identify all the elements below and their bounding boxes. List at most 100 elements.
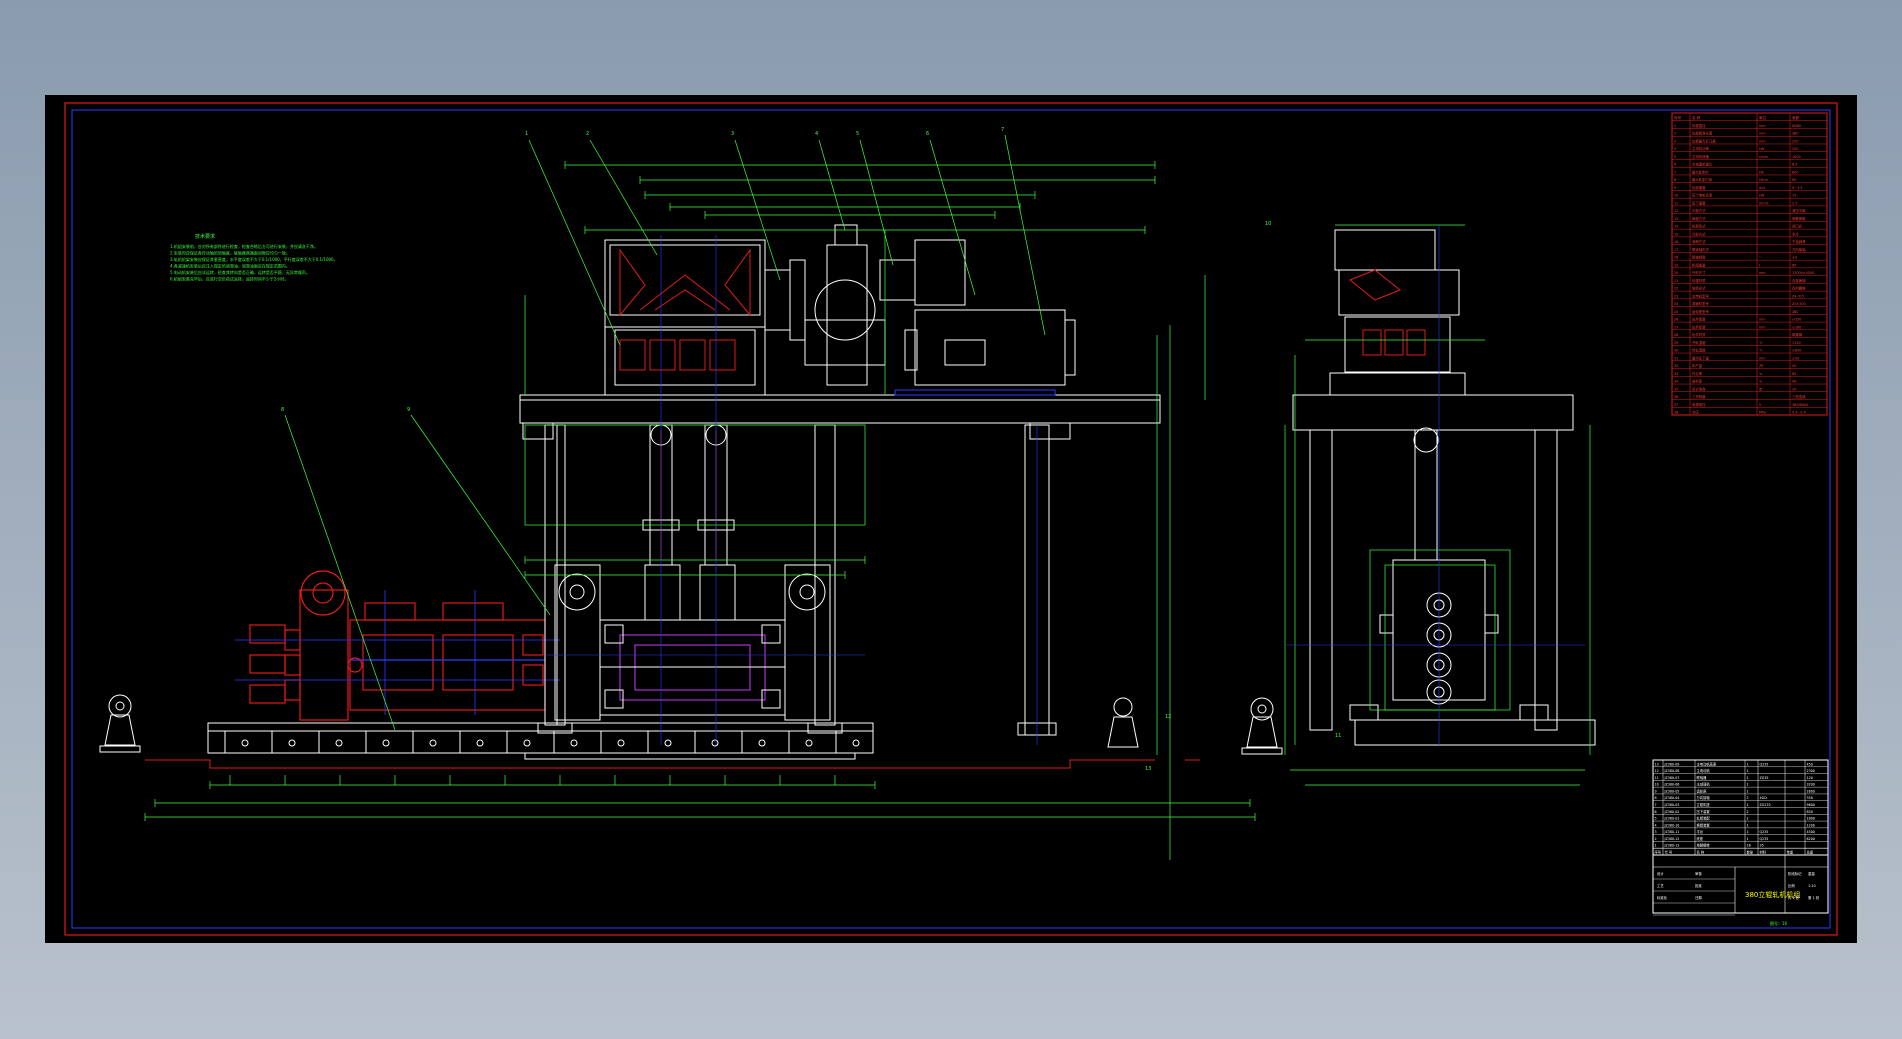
parameters-table-cell: 万向接轴	[1792, 247, 1806, 252]
parameters-table-cell: ZSY-500	[1792, 302, 1806, 306]
parameters-table-cell: 年产量	[1692, 363, 1703, 368]
parameters-table-header-cell: 单位	[1759, 115, 1767, 120]
parameters-table-cell: 工作制度	[1692, 394, 1706, 399]
bom-cell: 1	[1747, 762, 1749, 766]
title-block-cell: 批准	[1695, 883, 1702, 888]
parameters-table-cell: 2	[1674, 132, 1676, 136]
part-callout-number: 3	[731, 131, 734, 137]
parameters-table-cell: 30	[1674, 349, 1678, 353]
parameters-table-cell: 19	[1674, 263, 1678, 267]
bom-cell: 450	[1807, 762, 1813, 766]
parameters-table-cell: 9	[1674, 186, 1676, 190]
bom-cell: 主减速机	[1697, 782, 1711, 787]
tech-note-line: 1.机组安装前，应对所有部件进行检查，检查合格后方可进行安装，并应清洗干净。	[170, 243, 318, 249]
parameters-table-cell: mm	[1759, 356, 1766, 360]
parameters-table-cell: 85	[1792, 263, 1796, 267]
bom-cell: 2	[1655, 837, 1657, 841]
parameters-table-cell: 齿轮座型号	[1692, 309, 1710, 314]
bom-cell: 1	[1747, 783, 1749, 787]
bom-cell: 立辊机座	[1697, 802, 1711, 807]
parameters-table-cell: 主电机型号	[1692, 293, 1710, 298]
bom-cell: ZG270	[1760, 803, 1771, 807]
bom-cell: JZ380-01	[1664, 817, 1680, 821]
parameters-table-header-cell: 名 称	[1692, 115, 1701, 120]
tech-note-line: 2.安装时应保证各传动轴的同轴度，联轴器两端面间隙应均匀一致。	[170, 250, 290, 256]
bom-cell: 联轴器	[1697, 775, 1708, 780]
parameters-table-cell: 成材率	[1692, 379, 1703, 384]
title-block-cell: 1:10	[1808, 884, 1816, 888]
parameters-table-cell: 800	[1792, 170, 1798, 174]
model-space-background	[45, 95, 1857, 943]
parameters-table-cell: 机组重量	[1692, 262, 1706, 267]
parameters-table-cell: 轧辊材质	[1692, 278, 1706, 283]
bom-cell: 1	[1747, 789, 1749, 793]
parameters-table-cell: 29	[1674, 341, 1678, 345]
bom-cell: JZ380-05	[1664, 789, 1680, 793]
parameters-table-cell: 1000	[1792, 155, 1801, 159]
parameters-table-cell: 25	[1674, 310, 1678, 314]
bom-cell: 3	[1655, 830, 1657, 834]
parameters-table-cell: 250	[1792, 139, 1798, 143]
bom-cell: 35	[1760, 844, 1764, 848]
parameters-table-cell: kW	[1759, 194, 1765, 198]
parameters-table-cell: mm	[1759, 124, 1766, 128]
bom-cell: 1800	[1807, 817, 1815, 821]
parameters-table-cell: Z4-315	[1792, 294, 1804, 298]
bom-cell: 350	[1807, 796, 1813, 800]
bom-cell: 12	[1655, 769, 1659, 773]
parameters-table-cell: MPa	[1759, 411, 1766, 415]
bom-header-cell: 总重	[1807, 850, 1814, 855]
parameters-table-cell: mm	[1759, 271, 1766, 275]
parameters-table-cell: 38	[1674, 411, 1678, 415]
parameters-table-cell: 闭口式	[1792, 224, 1803, 229]
parameters-table-cell: 20	[1792, 387, 1796, 391]
bom-cell: 6	[1655, 810, 1657, 814]
parameters-table-cell: ≤30	[1792, 356, 1799, 360]
bom-cell: 压下装置	[1697, 809, 1711, 814]
bom-header-cell: 数量	[1747, 850, 1754, 855]
bom-cell: 1	[1747, 837, 1749, 841]
parameters-table-cell: 32	[1674, 364, 1678, 368]
bom-cell: 2	[1747, 796, 1749, 800]
cad-drawing-canvas[interactable]: 技术要求 1.机组安装前，应对所有部件进行检查，检查合格后方可进行安装，并应清洗…	[45, 95, 1857, 943]
part-callout-number: 2	[586, 131, 589, 137]
tech-note-line: 4.各减速机安装后应注入规定的润滑油，润滑油面应在规定范围内。	[170, 263, 290, 269]
bom-cell: ZG35	[1760, 776, 1769, 780]
parameters-table-cell: 开轧温度	[1692, 340, 1706, 345]
tech-note-line: 5.电动机安装后应试运转，检查其转向是否正确，运转是否平稳，无异常噪声。	[170, 269, 310, 275]
bom-cell: JZ380-03	[1664, 803, 1680, 807]
parameters-table-cell: 96	[1792, 380, 1796, 384]
parameters-table-cell: ℃	[1759, 341, 1763, 345]
parameters-table-cell: 最大轧制力	[1692, 169, 1710, 174]
bom-cell: JZ380-04	[1664, 796, 1680, 800]
tech-note-line: 3.轧机机架安装应保证其垂直度，水平度误差不大于0.1/1000，平行度误差不大…	[170, 256, 338, 262]
bom-cell: JZ380-11	[1664, 830, 1680, 834]
parameters-table-cell: ≤350	[1792, 318, 1801, 322]
parameters-table-cell: 15	[1792, 194, 1796, 198]
bom-cell: 1200	[1807, 823, 1815, 827]
parameters-table-cell: 18	[1674, 256, 1678, 260]
part-callout-number: 9	[407, 407, 410, 413]
parameters-table-cell: 13	[1674, 217, 1678, 221]
parameters-table-cell: ≥850	[1792, 349, 1801, 353]
bom-cell: 8	[1655, 796, 1657, 800]
bom-cell: JZ380-13	[1664, 844, 1680, 848]
bom-header-cell: 材料	[1760, 850, 1767, 855]
parameters-table-cell: 15	[1674, 232, 1678, 236]
bom-cell: 1	[1747, 830, 1749, 834]
bom-header-cell: 名 称	[1697, 850, 1705, 855]
parameters-table-cell: 8	[1674, 178, 1676, 182]
parameters-table-cell: mm	[1759, 318, 1766, 322]
parameters-table-cell: 三班连续	[1792, 394, 1806, 399]
title-block-cell: 共 1 张	[1788, 895, 1800, 900]
parameters-table-cell: ℃	[1759, 349, 1763, 353]
parameters-table-cell: °	[1759, 256, 1761, 260]
parameters-table-cell: 31	[1674, 356, 1678, 360]
cad-drawing-viewport[interactable]: 技术要求 1.机组安装前，应对所有部件进行检查，检查合格后方可进行安装，并应清洗…	[45, 95, 1857, 943]
parameters-table-cell: 85	[1792, 372, 1796, 376]
parameters-table-cell: 润滑方式	[1692, 239, 1706, 244]
bom-cell: 主电动机底座	[1697, 761, 1717, 766]
bom-cell: 13	[1655, 762, 1659, 766]
sheet-note: 图号：16	[1770, 920, 1788, 926]
title-block-cell: 工艺	[1657, 883, 1664, 888]
